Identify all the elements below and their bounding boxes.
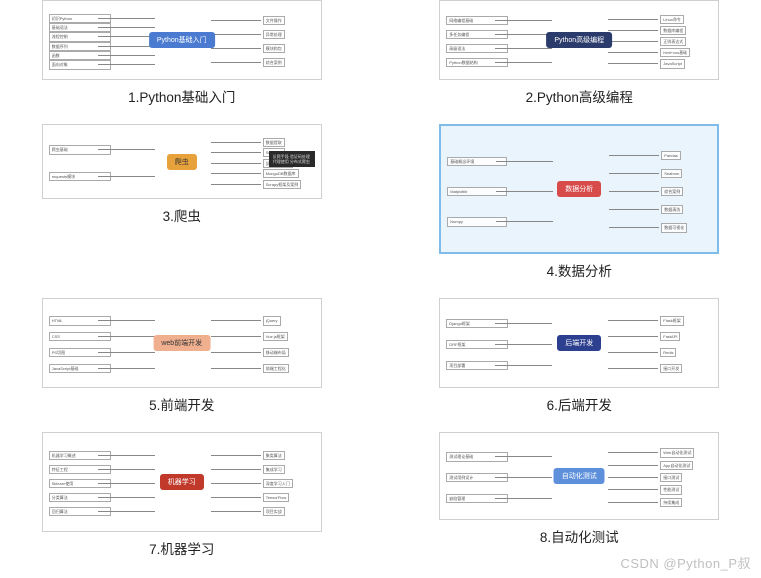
thumbnail-cell-8: 自动化测试测试理论基础测试用例设计缺陷管理Web自动化测试App自动化测试接口测…: [426, 432, 734, 558]
branch-right: Flask框架: [660, 316, 684, 325]
branch-right: 前端工程化: [263, 364, 289, 373]
thumbnail-caption: 6.后端开发: [547, 394, 612, 414]
mindmap-center-node: 自动化测试: [554, 468, 605, 484]
thumbnail-caption: 7.机器学习: [149, 538, 214, 558]
thumbnail-cell-7: 机器学习机器学习概述特征工程Sklearn使用分类算法回归算法聚类算法集成学习深…: [28, 432, 336, 558]
branch-right: 移动端布局: [263, 348, 289, 357]
branch-right: 数据可视化: [661, 223, 687, 232]
mindmap-thumbnail[interactable]: 数据分析基础概念环境MatplotlibNumpyPandasSeaborn综合…: [439, 124, 719, 254]
thumbnail-caption: 1.Python基础入门: [128, 86, 235, 106]
thumbnail-cell-2: Python高级编程网络编程基础多任务编程高级语法Python数据结构Linux…: [426, 0, 734, 106]
mindmap-center-node: 数据分析: [557, 181, 601, 197]
branch-right: Scrapy框架及案例: [263, 180, 301, 189]
branch-right: TensorFlow: [263, 493, 289, 502]
branch-right: 性能测试: [660, 485, 682, 494]
branch-right: 数据清洗: [661, 205, 683, 214]
mindmap-thumbnail[interactable]: web前端开发HTMLCSSPS切图JavaScript基础jQueryVue.…: [42, 298, 322, 388]
branch-right: 数据库编程: [660, 26, 686, 35]
branch-right: 深度学习入门: [263, 479, 293, 488]
branch-right: Web自动化测试: [660, 448, 694, 457]
thumbnail-caption: 4.数据分析: [547, 260, 612, 280]
thumbnail-caption: 8.自动化测试: [540, 526, 619, 546]
branch-right: Pandas: [661, 151, 681, 160]
branch-right: Redis: [660, 348, 676, 357]
thumbnail-caption: 2.Python高级编程: [526, 86, 633, 106]
branch-right: FastAPI: [660, 332, 680, 341]
branch-right: 模块和包: [263, 44, 285, 53]
branch-right: Seaborn: [661, 169, 682, 178]
thumbnail-cell-6: 后端开发Django框架DRF框架项目部署Flask框架FastAPIRedis…: [426, 298, 734, 414]
mindmap-thumbnail[interactable]: 爬虫爬虫基础requests模块数据提取Selenium反爬与反反爬MongoD…: [42, 124, 322, 199]
branch-right: 接口测试: [660, 473, 682, 482]
mindmap-thumbnail[interactable]: 自动化测试测试理论基础测试用例设计缺陷管理Web自动化测试App自动化测试接口测…: [439, 432, 719, 520]
branch-right: JavaScript: [660, 59, 685, 68]
branch-right: MongoDB数据库: [263, 169, 299, 178]
mindmap-center-node: Python高级编程: [546, 32, 612, 48]
thumbnail-caption: 3.爬虫: [163, 205, 201, 225]
branch-right: 聚类算法: [263, 451, 285, 460]
thumbnail-cell-5: web前端开发HTMLCSSPS切图JavaScript基础jQueryVue.…: [28, 298, 336, 414]
branch-right: html+css基础: [660, 48, 690, 57]
thumbnail-cell-3: 爬虫爬虫基础requests模块数据提取Selenium反爬与反反爬MongoD…: [28, 124, 336, 280]
detail-box: 反爬手段 验证码处理 代理使用 分布式爬虫: [269, 151, 315, 167]
mindmap-thumbnail[interactable]: 机器学习机器学习概述特征工程Sklearn使用分类算法回归算法聚类算法集成学习深…: [42, 432, 322, 532]
branch-right: 文件操作: [263, 16, 285, 25]
branch-right: 数据提取: [263, 138, 285, 147]
mindmap-thumbnail[interactable]: Python高级编程网络编程基础多任务编程高级语法Python数据结构Linux…: [439, 0, 719, 80]
mindmap-center-node: 爬虫: [167, 154, 197, 170]
branch-right: Linux命令: [660, 15, 684, 24]
branch-right: jQuery: [263, 316, 281, 325]
branch-right: 正则表达式: [660, 37, 686, 46]
branch-right: 集成学习: [263, 465, 285, 474]
watermark: CSDN @Python_P叔: [620, 553, 751, 572]
thumbnail-cell-1: Python基础入门初识Python基础语法流程控制数据序列函数面向对象文件操作…: [28, 0, 336, 106]
branch-right: Vue.js框架: [263, 332, 288, 341]
branch-right: 综合案例: [661, 187, 683, 196]
mindmap-thumbnail[interactable]: 后端开发Django框架DRF框架项目部署Flask框架FastAPIRedis…: [439, 298, 719, 388]
branch-right: 持续集成: [660, 498, 682, 507]
mindmap-center-node: Python基础入门: [149, 32, 215, 48]
thumbnail-cell-4: 数据分析基础概念环境MatplotlibNumpyPandasSeaborn综合…: [426, 124, 734, 280]
branch-right: 接口开发: [660, 364, 682, 373]
mindmap-center-node: 后端开发: [557, 335, 601, 351]
mindmap-thumbnail[interactable]: Python基础入门初识Python基础语法流程控制数据序列函数面向对象文件操作…: [42, 0, 322, 80]
mindmap-center-node: 机器学习: [160, 474, 204, 490]
mindmap-center-node: web前端开发: [153, 335, 210, 351]
branch-right: 异常处理: [263, 30, 285, 39]
branch-right: 综合案例: [263, 58, 285, 67]
branch-right: 项目实战: [263, 507, 285, 516]
branch-right: App自动化测试: [660, 461, 693, 470]
thumbnail-caption: 5.前端开发: [149, 394, 214, 414]
